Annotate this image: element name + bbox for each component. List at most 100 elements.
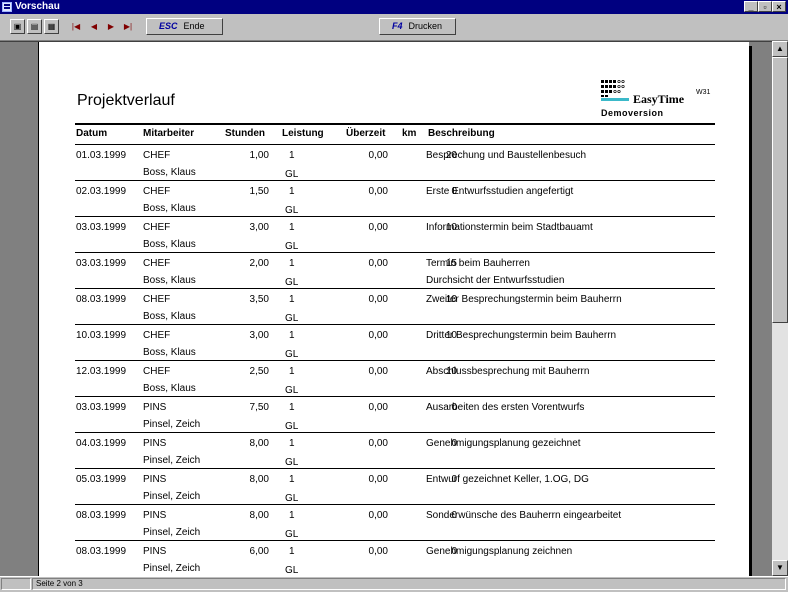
row-employee-name: Boss, Klaus: [143, 383, 196, 394]
esc-key-label: ESC: [159, 21, 178, 31]
row-date: 08.03.1999: [76, 294, 127, 305]
table-row: 03.03.1999 CHEF 2,00 1 0,00 15 Termin beim Bau…: [75, 253, 715, 289]
col-header-overtime: Überzeit: [346, 128, 386, 139]
row-overtime: 0,00: [368, 258, 388, 269]
row-performance: 1: [289, 330, 295, 341]
row-performance: 1: [289, 222, 295, 233]
minimize-button[interactable]: _: [744, 1, 758, 12]
end-button-label: Ende: [183, 21, 205, 31]
col-header-description: Beschreibung: [428, 128, 495, 139]
row-description: Ausarbeiten des ersten Vorentwurfs: [426, 402, 585, 413]
row-employee-name: Pinsel, Zeich: [143, 455, 201, 466]
row-hours: 2,50: [249, 366, 269, 377]
row-performance: 1: [289, 258, 295, 269]
row-overtime: 0,00: [368, 366, 388, 377]
row-employee-code: PINS: [143, 402, 167, 413]
close-button[interactable]: ×: [772, 1, 786, 12]
scroll-thumb[interactable]: [772, 57, 788, 323]
row-hours: 1,00: [249, 150, 269, 161]
row-performance: 1: [289, 402, 295, 413]
row-employee-code: PINS: [143, 438, 167, 449]
row-description: Zweiter Besprechungstermin beim Bauherrn: [426, 294, 622, 305]
prev-page-icon[interactable]: ◀: [86, 19, 102, 34]
row-performance: 1: [289, 438, 295, 449]
row-date: 12.03.1999: [76, 366, 127, 377]
row-performance: 1: [289, 366, 295, 377]
row-hours: 8,00: [249, 510, 269, 521]
row-employee-code: CHEF: [143, 294, 171, 305]
table-row: 05.03.1999 PINS 8,00 1 0,00 0 Entwurf gezeichn…: [75, 469, 715, 505]
print-button[interactable]: F4 Drucken: [379, 18, 456, 35]
single-page-icon[interactable]: ▣: [10, 19, 25, 34]
row-employee-code: CHEF: [143, 330, 171, 341]
row-performance-code: GL: [285, 313, 299, 324]
last-page-icon[interactable]: ▶|: [120, 19, 136, 34]
row-employee-code: PINS: [143, 474, 167, 485]
row-performance-code: GL: [285, 421, 299, 432]
table-row: 08.03.1999 PINS 8,00 1 0,00 0 Sonderwünsche de…: [75, 505, 715, 541]
row-description: Entwurf gezeichnet Keller, 1.OG, DG: [426, 474, 589, 485]
row-performance-code: GL: [285, 457, 299, 468]
row-employee-code: PINS: [143, 546, 167, 557]
preview-viewport[interactable]: Projektverlauf EasyTime W31 Demoversion: [0, 41, 772, 577]
first-page-icon[interactable]: |◀: [68, 19, 84, 34]
row-performance-code: GL: [285, 169, 299, 180]
row-performance-code: GL: [285, 205, 299, 216]
row-overtime: 0,00: [368, 186, 388, 197]
app-icon: [2, 2, 12, 12]
row-date: 03.03.1999: [76, 222, 127, 233]
row-performance-code: GL: [285, 385, 299, 396]
logo-grid-icon: [601, 80, 625, 97]
next-page-icon[interactable]: ▶: [103, 19, 119, 34]
row-description: Termin beim Bauherren: [426, 258, 530, 269]
table-row: 12.03.1999 CHEF 2,50 1 0,00 10 Abschlussbespre…: [75, 361, 715, 397]
col-header-km: km: [402, 128, 417, 139]
row-employee-name: Pinsel, Zeich: [143, 419, 201, 430]
scroll-up-icon[interactable]: ▲: [772, 41, 788, 57]
row-date: 04.03.1999: [76, 438, 127, 449]
table-row: 02.03.1999 CHEF 1,50 1 0,00 0 Erste Entwurfsst…: [75, 181, 715, 217]
row-employee-code: CHEF: [143, 186, 171, 197]
row-employee-name: Boss, Klaus: [143, 311, 196, 322]
row-description: Sonderwünsche des Bauherrn eingearbeitet: [426, 510, 622, 521]
row-employee-name: Pinsel, Zeich: [143, 527, 201, 538]
report-page: Projektverlauf EasyTime W31 Demoversion: [38, 42, 749, 577]
row-employee-name: Boss, Klaus: [143, 275, 196, 286]
row-overtime: 0,00: [368, 510, 388, 521]
two-page-icon[interactable]: ▤: [27, 19, 42, 34]
status-cell-empty: [1, 578, 31, 590]
row-hours: 1,50: [249, 186, 269, 197]
table-row: 01.03.1999 CHEF 1,00 1 0,00 20 Besprechung und…: [75, 145, 715, 181]
restore-button[interactable]: ▫: [758, 1, 772, 12]
col-header-date: Datum: [76, 128, 108, 139]
zoom-icon[interactable]: ▦: [44, 19, 59, 34]
vertical-scrollbar[interactable]: ▲ ▼: [772, 41, 788, 576]
table-row: 03.03.1999 PINS 7,50 1 0,00 0 Ausarbeiten des …: [75, 397, 715, 433]
row-employee-code: CHEF: [143, 150, 171, 161]
f4-key-label: F4: [392, 21, 403, 31]
row-performance-code: GL: [285, 277, 299, 288]
row-overtime: 0,00: [368, 402, 388, 413]
print-button-label: Drucken: [408, 21, 443, 31]
easytime-logo: EasyTime W31 Demoversion: [599, 80, 714, 120]
row-date: 02.03.1999: [76, 186, 127, 197]
row-overtime: 0,00: [368, 150, 388, 161]
table-row: 10.03.1999 CHEF 3,00 1 0,00 10 Dritter Besprec…: [75, 325, 715, 361]
row-overtime: 0,00: [368, 546, 388, 557]
row-date: 03.03.1999: [76, 402, 127, 413]
row-performance-code: GL: [285, 349, 299, 360]
row-performance: 1: [289, 510, 295, 521]
row-overtime: 0,00: [368, 474, 388, 485]
row-hours: 2,00: [249, 258, 269, 269]
end-button[interactable]: ESC Ende: [146, 18, 223, 35]
scroll-down-icon[interactable]: ▼: [772, 560, 788, 576]
row-employee-name: Boss, Klaus: [143, 167, 196, 178]
row-date: 08.03.1999: [76, 510, 127, 521]
row-performance-code: GL: [285, 241, 299, 252]
row-hours: 8,00: [249, 474, 269, 485]
row-hours: 6,00: [249, 546, 269, 557]
row-date: 08.03.1999: [76, 546, 127, 557]
row-hours: 3,00: [249, 222, 269, 233]
row-employee-name: Boss, Klaus: [143, 239, 196, 250]
col-header-employee: Mitarbeiter: [143, 128, 195, 139]
